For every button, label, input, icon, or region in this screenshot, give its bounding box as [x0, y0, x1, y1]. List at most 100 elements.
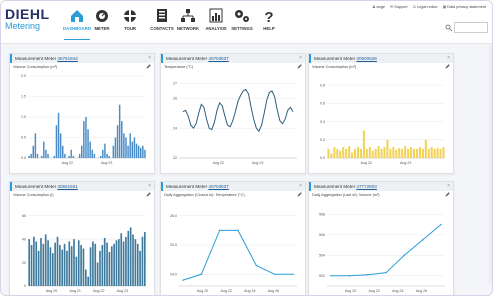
- meter-id-link[interactable]: 47772903: [356, 184, 376, 189]
- support-icon: ✉: [390, 5, 394, 9]
- x-tick-label: Aug 22: [62, 161, 73, 165]
- y-tick-label: 27: [173, 82, 177, 86]
- data-point: [330, 275, 332, 277]
- edit-icon[interactable]: [297, 192, 302, 197]
- bar: [439, 148, 442, 158]
- bar: [134, 239, 137, 286]
- x-tick-label: Aug 22: [93, 289, 104, 293]
- bar: [141, 236, 144, 286]
- x-tick-label: Aug 24: [392, 289, 403, 293]
- svg-text:?: ?: [264, 9, 273, 24]
- chart: 22 24 26 27 Aug 22 Aug 23: [173, 82, 297, 165]
- y-tick-label: 508: [319, 212, 325, 216]
- x-tick-label: Aug 23: [252, 161, 263, 165]
- meter-id-link[interactable]: 30561551: [57, 184, 77, 189]
- edit-icon[interactable]: [146, 64, 151, 69]
- widget-card: Measurement Meter 40703637 × Daily Aggre…: [160, 181, 306, 295]
- x-tick-label: Aug 22: [221, 289, 232, 293]
- bar: [59, 133, 62, 158]
- bar: [102, 149, 104, 158]
- bar: [103, 237, 106, 286]
- y-tick-label: 20: [22, 261, 26, 265]
- bar: [75, 256, 78, 286]
- close-icon[interactable]: ×: [447, 182, 450, 191]
- meter-icon: [96, 10, 108, 22]
- close-icon[interactable]: ×: [299, 182, 302, 191]
- bar: [418, 147, 421, 158]
- user-link[interactable]: ange: [377, 5, 385, 9]
- legal-icon: ⚖: [412, 5, 417, 9]
- bar: [351, 152, 354, 158]
- bar: [87, 129, 89, 158]
- nav-help[interactable]: ? HELP: [254, 6, 284, 40]
- close-icon[interactable]: ×: [299, 54, 302, 63]
- diehl-logo[interactable]: DIEHL Metering: [5, 7, 65, 37]
- bar: [99, 250, 101, 286]
- data-point: [218, 229, 221, 232]
- x-tick-label: Aug 23: [400, 161, 411, 165]
- bar: [359, 148, 362, 158]
- bar: [374, 148, 377, 158]
- bar: [336, 148, 339, 158]
- bar: [131, 141, 134, 158]
- nav-tour[interactable]: TOUR: [115, 6, 145, 40]
- bar: [89, 141, 91, 158]
- data-point: [366, 274, 369, 276]
- user-icon: ♟: [372, 5, 376, 9]
- bar: [84, 269, 87, 286]
- bar: [392, 147, 395, 158]
- bar: [44, 234, 47, 286]
- app-window: DIEHL Metering DASHBOARD METER TOUR CONT…: [0, 0, 493, 296]
- y-tick-label: 60: [22, 214, 26, 218]
- search-icon[interactable]: [445, 24, 453, 32]
- search-input[interactable]: [445, 22, 488, 33]
- bar: [139, 250, 141, 286]
- y-tick-label: 502: [319, 274, 325, 278]
- chart: 0 20 40 60 Aug 20 Aug 21 Aug 22 Aug 23: [22, 214, 146, 293]
- y-tick-label: 26: [173, 97, 177, 101]
- edit-icon[interactable]: [297, 64, 302, 69]
- legal-notice-link[interactable]: Legal notice: [417, 5, 437, 9]
- privacy-link[interactable]: Data privacy statement: [447, 5, 486, 9]
- meter-id-link[interactable]: 45751844: [57, 56, 77, 61]
- x-tick-label: Aug 20: [197, 289, 208, 293]
- bar: [345, 148, 348, 158]
- bar: [92, 241, 94, 286]
- meter-id-link[interactable]: 30500526: [356, 56, 376, 61]
- nav-meter[interactable]: METER: [87, 6, 117, 40]
- bar: [106, 242, 108, 286]
- bar: [129, 227, 132, 286]
- bar: [87, 276, 90, 286]
- bar: [80, 145, 83, 158]
- meter-id-link[interactable]: 40703637: [208, 56, 228, 61]
- support-link[interactable]: Support: [394, 5, 407, 9]
- y-tick-label: 25.0: [170, 243, 177, 247]
- brand-name: DIEHL: [5, 6, 50, 22]
- bar: [118, 239, 120, 286]
- bar: [121, 121, 123, 158]
- bar: [28, 155, 30, 158]
- meter-id-link[interactable]: 40703637: [208, 184, 228, 189]
- edit-icon[interactable]: [146, 192, 151, 197]
- close-icon[interactable]: ×: [148, 54, 151, 63]
- y-tick-label: 0: [24, 284, 26, 288]
- close-icon[interactable]: ×: [148, 182, 151, 191]
- edit-icon[interactable]: [445, 64, 450, 69]
- bar: [110, 246, 113, 286]
- page-scrollbar[interactable]: [489, 45, 492, 285]
- bar: [96, 262, 99, 286]
- help-icon: ?: [264, 9, 273, 24]
- bar: [45, 149, 47, 158]
- nav-settings[interactable]: SETTINGS: [227, 6, 257, 40]
- widget-subtitle: Daily Aggregation (Last of): Volume (m³): [312, 193, 380, 197]
- x-tick-label: Aug 23: [101, 161, 112, 165]
- edit-icon[interactable]: [445, 192, 450, 197]
- close-icon[interactable]: ×: [447, 54, 450, 63]
- bar: [70, 149, 72, 158]
- widget-card: Measurement Meter 45751844 × Volume Cons…: [9, 53, 155, 174]
- network-icon: [181, 9, 195, 22]
- nav-network[interactable]: NETWORK: [173, 6, 203, 40]
- widget-title: Measurement Meter 30500526: [309, 54, 453, 63]
- chart: 0.0 0.5 1.0 1.5 2.0 Aug 22 Aug 23: [21, 74, 146, 165]
- x-tick-label: Aug 21: [70, 289, 81, 293]
